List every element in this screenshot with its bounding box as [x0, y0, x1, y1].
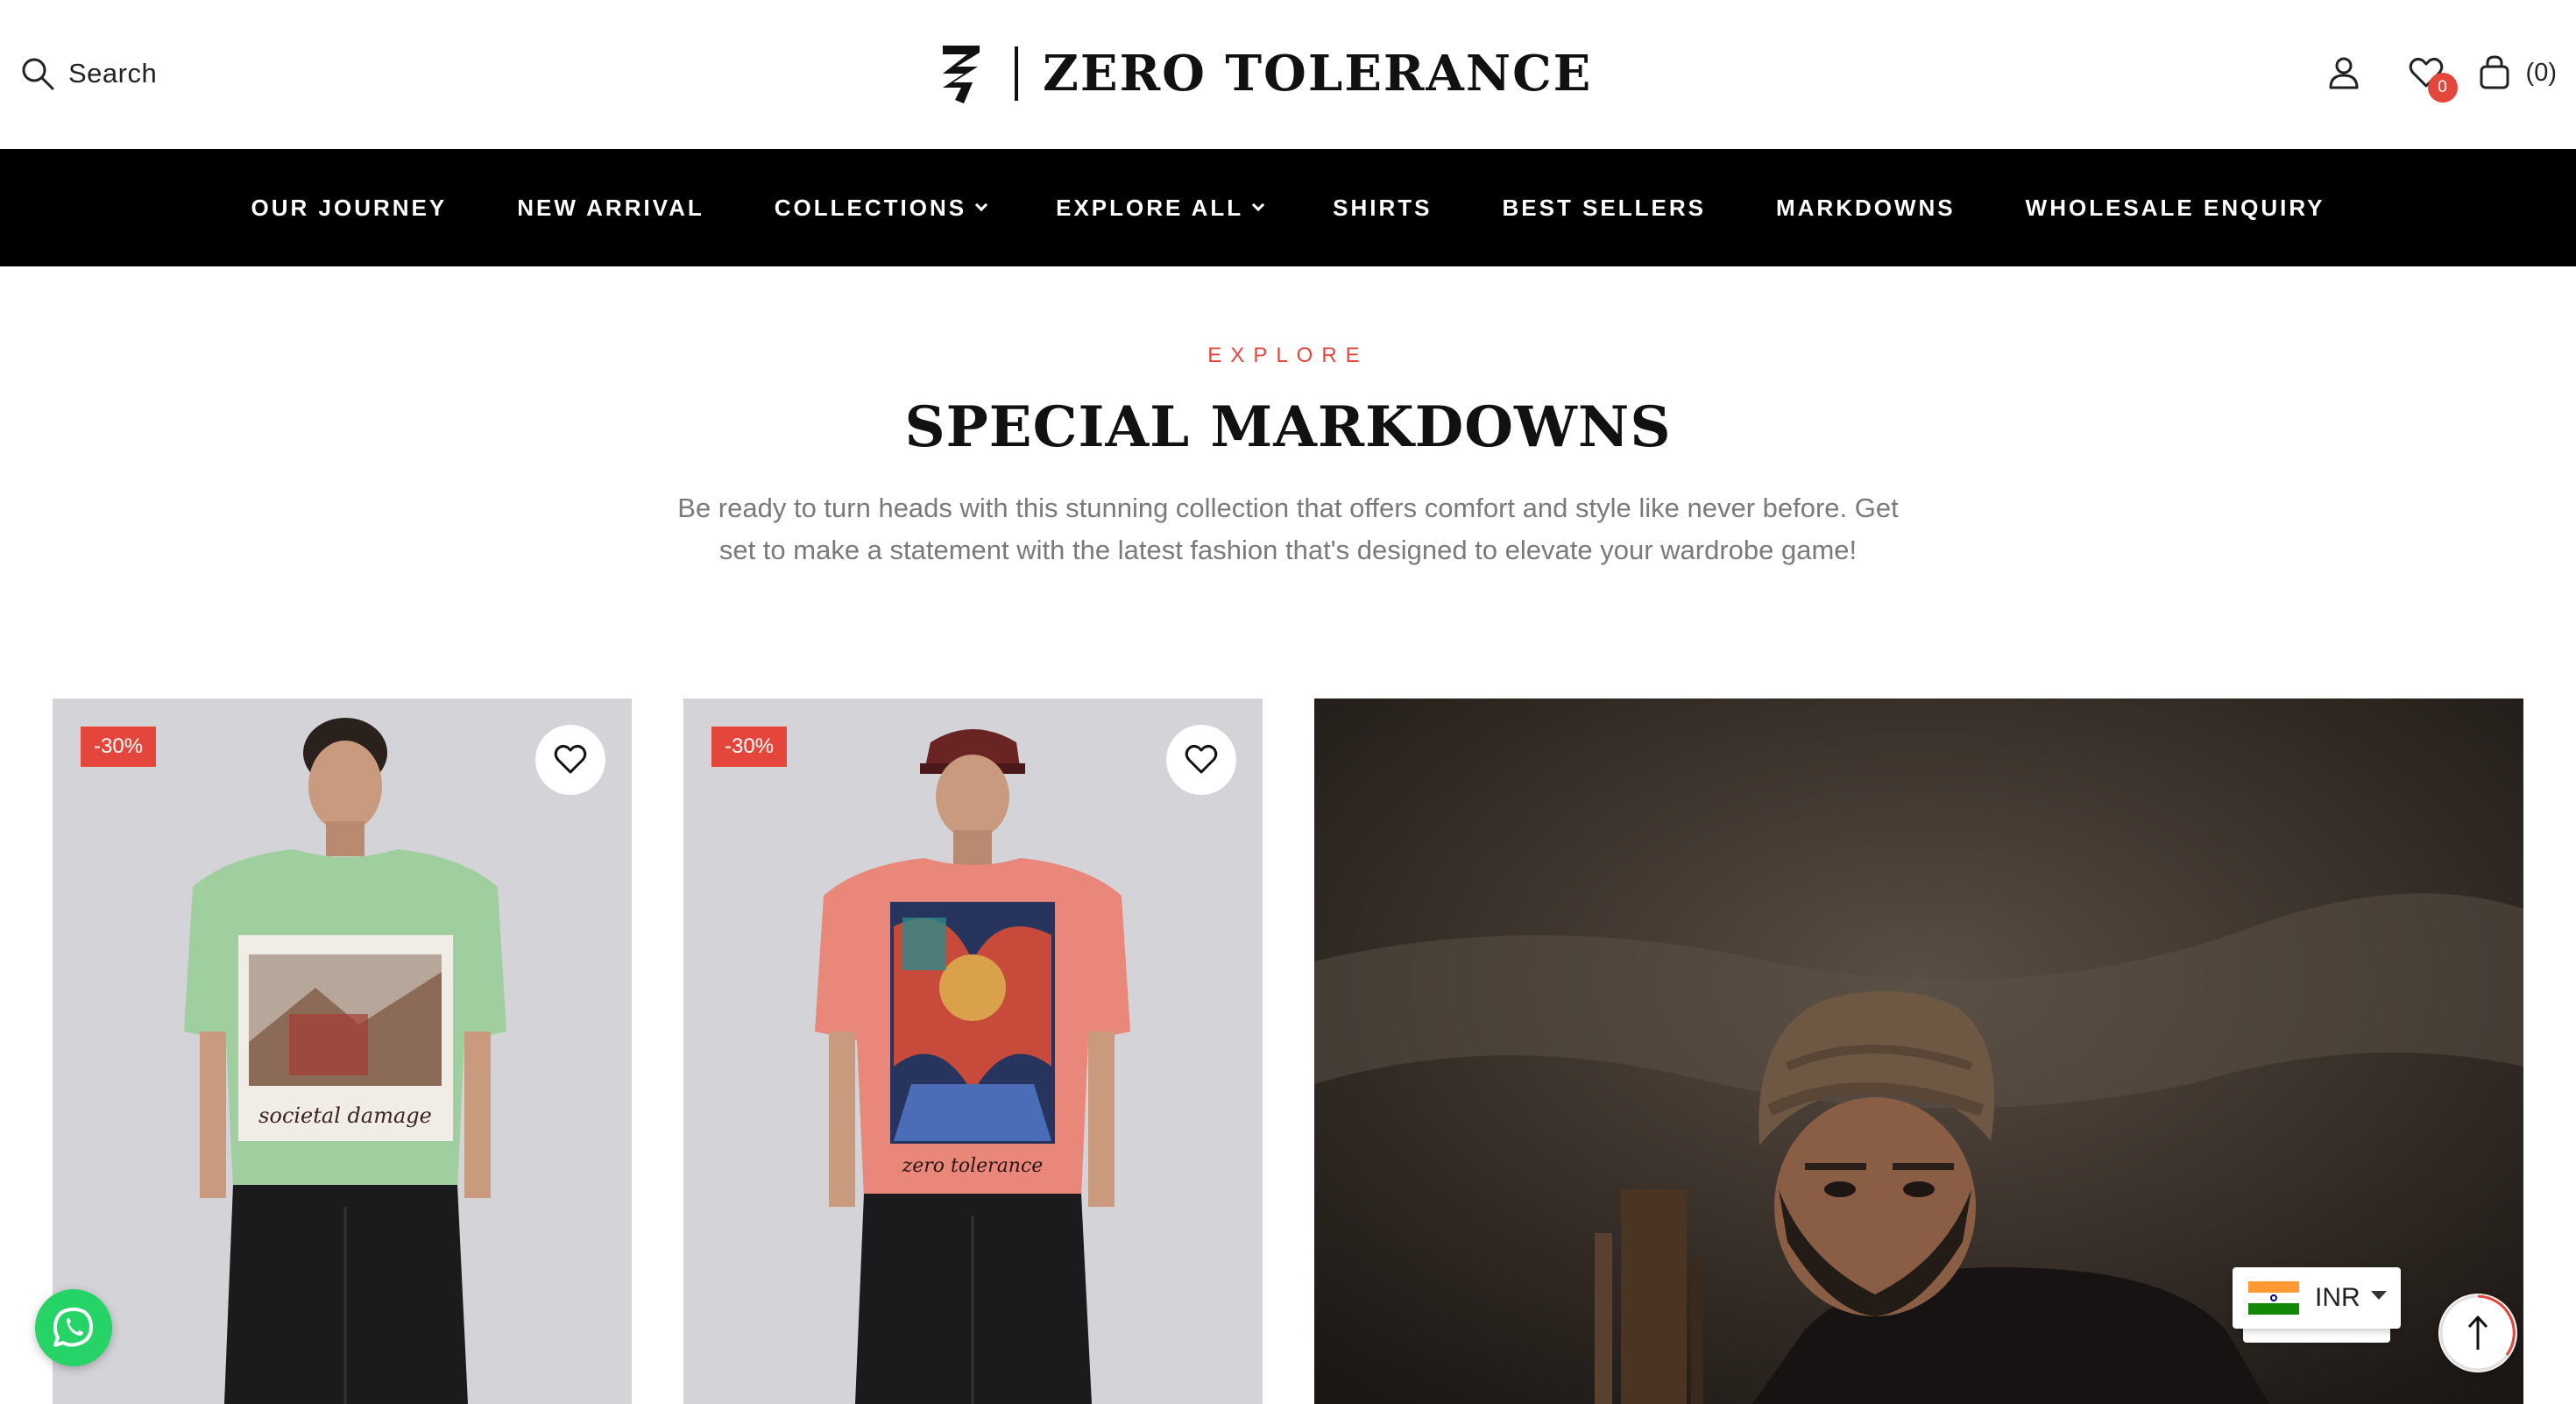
- nav-label: BEST SELLERS: [1502, 194, 1706, 221]
- india-flag-icon: [2248, 1281, 2299, 1315]
- nav-label: COLLECTIONS: [774, 194, 967, 221]
- back-to-top-button[interactable]: [2438, 1294, 2517, 1372]
- heart-icon: [1185, 744, 1218, 774]
- nav-label: SHIRTS: [1333, 194, 1433, 221]
- account-icon: [2329, 57, 2359, 89]
- header-actions: 0 (0): [2325, 51, 2557, 103]
- discount-badge: -30%: [81, 727, 157, 767]
- arrow-up-icon: [2467, 1315, 2488, 1350]
- add-to-wishlist-button[interactable]: [535, 725, 605, 795]
- nav-wholesale-enquiry[interactable]: WHOLESALE ENQUIRY: [2026, 195, 2325, 222]
- brand-mark-icon: [943, 46, 980, 103]
- tee-print-text: societal damage: [258, 1103, 432, 1128]
- wishlist-button[interactable]: 0: [2407, 53, 2458, 103]
- product-image: zero tolerance: [683, 698, 1263, 1404]
- logo-divider: [1015, 46, 1018, 101]
- currency-switcher[interactable]: INR: [2233, 1267, 2401, 1329]
- product-card[interactable]: zero tolerance -30%: [683, 698, 1263, 1404]
- whatsapp-chat-button[interactable]: [35, 1289, 112, 1366]
- nav-shirts[interactable]: SHIRTS: [1333, 195, 1432, 222]
- cart-count[interactable]: (0): [2526, 59, 2557, 88]
- search-label: Search: [68, 58, 158, 89]
- wishlist-count-badge: 0: [2427, 73, 2458, 103]
- nav-label: MARKDOWNS: [1776, 194, 1956, 221]
- product-card[interactable]: societal damage -30%: [53, 698, 632, 1404]
- brand-name: ZERO TOLERANCE: [1043, 45, 1593, 103]
- section-title: SPECIAL MARKDOWNS: [904, 394, 1672, 460]
- section-eyebrow: EXPLORE: [1207, 344, 1369, 367]
- nav-best-sellers[interactable]: BEST SELLERS: [1503, 195, 1706, 222]
- nav-label: WHOLESALE ENQUIRY: [2025, 194, 2325, 221]
- bag-icon: [2480, 55, 2509, 89]
- nav-label: OUR JOURNEY: [251, 194, 448, 221]
- nav-new-arrival[interactable]: NEW ARRIVAL: [517, 195, 704, 222]
- nav-our-journey[interactable]: OUR JOURNEY: [251, 195, 448, 222]
- tee-print-text: zero tolerance: [902, 1155, 1044, 1177]
- cart-button[interactable]: [2475, 53, 2514, 92]
- nav-explore-all[interactable]: EXPLORE ALL: [1056, 194, 1265, 222]
- heart-icon: [554, 744, 587, 774]
- search-icon: [22, 58, 54, 90]
- brand-logo[interactable]: ZERO TOLERANCE: [938, 37, 1592, 110]
- currency-code: INR: [2315, 1283, 2360, 1312]
- chevron-down-icon: [975, 198, 988, 212]
- nav-label: NEW ARRIVAL: [517, 194, 704, 221]
- add-to-wishlist-button[interactable]: [1166, 725, 1236, 795]
- product-image: societal damage: [53, 698, 632, 1404]
- caret-down-icon: [2370, 1291, 2387, 1300]
- nav-collections[interactable]: COLLECTIONS: [774, 194, 988, 222]
- nav-markdowns[interactable]: MARKDOWNS: [1776, 195, 1956, 222]
- chevron-down-icon: [1252, 198, 1265, 212]
- search-trigger[interactable]: Search: [19, 54, 157, 93]
- account-button[interactable]: [2325, 53, 2363, 92]
- whatsapp-icon: [53, 1308, 94, 1347]
- nav-label: EXPLORE ALL: [1056, 194, 1244, 221]
- main-nav: OUR JOURNEY NEW ARRIVAL COLLECTIONS EXPL…: [0, 149, 2576, 266]
- currency-switcher-shadow: [2243, 1329, 2390, 1343]
- discount-badge: -30%: [711, 727, 788, 767]
- section-description: Be ready to turn heads with this stunnin…: [677, 493, 1899, 565]
- site-header: Search ZERO TOLERANCE 0 (0): [0, 0, 2576, 149]
